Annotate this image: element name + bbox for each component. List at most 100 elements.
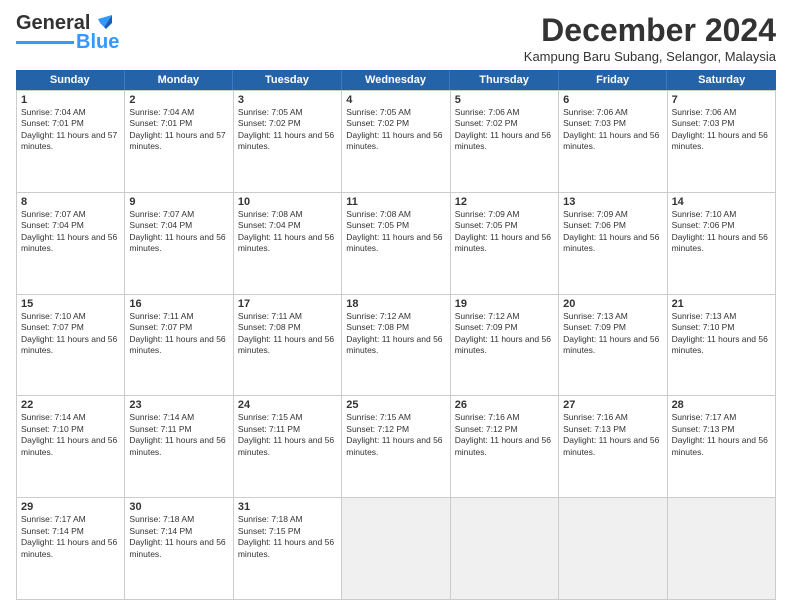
day-cell: 25 Sunrise: 7:15 AM Sunset: 7:12 PM Dayl… xyxy=(342,396,450,498)
day-info: Sunrise: 7:07 AM Sunset: 7:04 PM Dayligh… xyxy=(129,209,228,255)
day-number: 30 xyxy=(129,501,228,513)
day-cell: 22 Sunrise: 7:14 AM Sunset: 7:10 PM Dayl… xyxy=(17,396,125,498)
day-number: 10 xyxy=(238,196,337,208)
day-number: 23 xyxy=(129,399,228,411)
empty-cell xyxy=(451,498,559,600)
day-number: 21 xyxy=(672,298,771,310)
day-info: Sunrise: 7:08 AM Sunset: 7:05 PM Dayligh… xyxy=(346,209,445,255)
calendar-header: Sunday Monday Tuesday Wednesday Thursday… xyxy=(16,70,776,90)
col-sunday: Sunday xyxy=(16,70,125,90)
day-info: Sunrise: 7:06 AM Sunset: 7:03 PM Dayligh… xyxy=(672,107,771,153)
logo-blue: Blue xyxy=(76,31,119,54)
day-info: Sunrise: 7:13 AM Sunset: 7:09 PM Dayligh… xyxy=(563,311,662,357)
day-cell: 18 Sunrise: 7:12 AM Sunset: 7:08 PM Dayl… xyxy=(342,295,450,397)
day-number: 19 xyxy=(455,298,554,310)
day-number: 16 xyxy=(129,298,228,310)
day-info: Sunrise: 7:15 AM Sunset: 7:12 PM Dayligh… xyxy=(346,412,445,458)
day-number: 28 xyxy=(672,399,771,411)
day-info: Sunrise: 7:05 AM Sunset: 7:02 PM Dayligh… xyxy=(238,107,337,153)
day-cell: 20 Sunrise: 7:13 AM Sunset: 7:09 PM Dayl… xyxy=(559,295,667,397)
day-number: 13 xyxy=(563,196,662,208)
day-info: Sunrise: 7:16 AM Sunset: 7:13 PM Dayligh… xyxy=(563,412,662,458)
col-wednesday: Wednesday xyxy=(342,70,451,90)
day-info: Sunrise: 7:18 AM Sunset: 7:14 PM Dayligh… xyxy=(129,514,228,560)
day-cell: 23 Sunrise: 7:14 AM Sunset: 7:11 PM Dayl… xyxy=(125,396,233,498)
day-number: 29 xyxy=(21,501,120,513)
calendar-body: 1 Sunrise: 7:04 AM Sunset: 7:01 PM Dayli… xyxy=(16,90,776,600)
calendar-row: 1 Sunrise: 7:04 AM Sunset: 7:01 PM Dayli… xyxy=(17,91,776,193)
title-area: December 2024 Kampung Baru Subang, Selan… xyxy=(524,12,776,64)
empty-cell xyxy=(342,498,450,600)
day-info: Sunrise: 7:04 AM Sunset: 7:01 PM Dayligh… xyxy=(21,107,120,153)
day-cell: 27 Sunrise: 7:16 AM Sunset: 7:13 PM Dayl… xyxy=(559,396,667,498)
day-info: Sunrise: 7:09 AM Sunset: 7:06 PM Dayligh… xyxy=(563,209,662,255)
day-number: 24 xyxy=(238,399,337,411)
col-tuesday: Tuesday xyxy=(233,70,342,90)
day-cell: 16 Sunrise: 7:11 AM Sunset: 7:07 PM Dayl… xyxy=(125,295,233,397)
day-info: Sunrise: 7:13 AM Sunset: 7:10 PM Dayligh… xyxy=(672,311,771,357)
day-cell: 12 Sunrise: 7:09 AM Sunset: 7:05 PM Dayl… xyxy=(451,193,559,295)
day-number: 3 xyxy=(238,94,337,106)
day-cell: 2 Sunrise: 7:04 AM Sunset: 7:01 PM Dayli… xyxy=(125,91,233,193)
day-info: Sunrise: 7:06 AM Sunset: 7:03 PM Dayligh… xyxy=(563,107,662,153)
day-cell: 14 Sunrise: 7:10 AM Sunset: 7:06 PM Dayl… xyxy=(668,193,776,295)
day-cell: 7 Sunrise: 7:06 AM Sunset: 7:03 PM Dayli… xyxy=(668,91,776,193)
day-info: Sunrise: 7:06 AM Sunset: 7:02 PM Dayligh… xyxy=(455,107,554,153)
day-info: Sunrise: 7:10 AM Sunset: 7:06 PM Dayligh… xyxy=(672,209,771,255)
day-number: 1 xyxy=(21,94,120,106)
day-info: Sunrise: 7:12 AM Sunset: 7:09 PM Dayligh… xyxy=(455,311,554,357)
day-number: 27 xyxy=(563,399,662,411)
day-cell: 9 Sunrise: 7:07 AM Sunset: 7:04 PM Dayli… xyxy=(125,193,233,295)
day-cell: 13 Sunrise: 7:09 AM Sunset: 7:06 PM Dayl… xyxy=(559,193,667,295)
day-cell: 28 Sunrise: 7:17 AM Sunset: 7:13 PM Dayl… xyxy=(668,396,776,498)
day-number: 4 xyxy=(346,94,445,106)
day-cell: 1 Sunrise: 7:04 AM Sunset: 7:01 PM Dayli… xyxy=(17,91,125,193)
col-saturday: Saturday xyxy=(667,70,776,90)
day-number: 6 xyxy=(563,94,662,106)
day-cell: 3 Sunrise: 7:05 AM Sunset: 7:02 PM Dayli… xyxy=(234,91,342,193)
day-number: 7 xyxy=(672,94,771,106)
day-number: 22 xyxy=(21,399,120,411)
day-info: Sunrise: 7:10 AM Sunset: 7:07 PM Dayligh… xyxy=(21,311,120,357)
day-cell: 11 Sunrise: 7:08 AM Sunset: 7:05 PM Dayl… xyxy=(342,193,450,295)
calendar-row: 22 Sunrise: 7:14 AM Sunset: 7:10 PM Dayl… xyxy=(17,396,776,498)
day-info: Sunrise: 7:09 AM Sunset: 7:05 PM Dayligh… xyxy=(455,209,554,255)
col-thursday: Thursday xyxy=(450,70,559,90)
day-number: 18 xyxy=(346,298,445,310)
day-number: 25 xyxy=(346,399,445,411)
empty-cell xyxy=(559,498,667,600)
location: Kampung Baru Subang, Selangor, Malaysia xyxy=(524,49,776,64)
page: General Blue December 2024 Kampung Baru … xyxy=(0,0,792,612)
day-cell: 19 Sunrise: 7:12 AM Sunset: 7:09 PM Dayl… xyxy=(451,295,559,397)
day-info: Sunrise: 7:04 AM Sunset: 7:01 PM Dayligh… xyxy=(129,107,228,153)
day-cell: 21 Sunrise: 7:13 AM Sunset: 7:10 PM Dayl… xyxy=(668,295,776,397)
day-info: Sunrise: 7:14 AM Sunset: 7:11 PM Dayligh… xyxy=(129,412,228,458)
day-cell: 5 Sunrise: 7:06 AM Sunset: 7:02 PM Dayli… xyxy=(451,91,559,193)
day-info: Sunrise: 7:05 AM Sunset: 7:02 PM Dayligh… xyxy=(346,107,445,153)
day-info: Sunrise: 7:17 AM Sunset: 7:13 PM Dayligh… xyxy=(672,412,771,458)
day-info: Sunrise: 7:14 AM Sunset: 7:10 PM Dayligh… xyxy=(21,412,120,458)
day-info: Sunrise: 7:15 AM Sunset: 7:11 PM Dayligh… xyxy=(238,412,337,458)
calendar: Sunday Monday Tuesday Wednesday Thursday… xyxy=(16,70,776,600)
day-info: Sunrise: 7:11 AM Sunset: 7:07 PM Dayligh… xyxy=(129,311,228,357)
empty-cell xyxy=(668,498,776,600)
day-info: Sunrise: 7:07 AM Sunset: 7:04 PM Dayligh… xyxy=(21,209,120,255)
month-title: December 2024 xyxy=(524,12,776,49)
day-cell: 10 Sunrise: 7:08 AM Sunset: 7:04 PM Dayl… xyxy=(234,193,342,295)
day-number: 14 xyxy=(672,196,771,208)
day-number: 12 xyxy=(455,196,554,208)
day-number: 9 xyxy=(129,196,228,208)
calendar-row: 15 Sunrise: 7:10 AM Sunset: 7:07 PM Dayl… xyxy=(17,295,776,397)
logo: General Blue xyxy=(16,12,119,54)
day-cell: 24 Sunrise: 7:15 AM Sunset: 7:11 PM Dayl… xyxy=(234,396,342,498)
calendar-row: 8 Sunrise: 7:07 AM Sunset: 7:04 PM Dayli… xyxy=(17,193,776,295)
day-info: Sunrise: 7:16 AM Sunset: 7:12 PM Dayligh… xyxy=(455,412,554,458)
day-info: Sunrise: 7:12 AM Sunset: 7:08 PM Dayligh… xyxy=(346,311,445,357)
day-cell: 17 Sunrise: 7:11 AM Sunset: 7:08 PM Dayl… xyxy=(234,295,342,397)
day-number: 26 xyxy=(455,399,554,411)
day-number: 11 xyxy=(346,196,445,208)
day-number: 15 xyxy=(21,298,120,310)
day-number: 5 xyxy=(455,94,554,106)
day-cell: 15 Sunrise: 7:10 AM Sunset: 7:07 PM Dayl… xyxy=(17,295,125,397)
day-cell: 6 Sunrise: 7:06 AM Sunset: 7:03 PM Dayli… xyxy=(559,91,667,193)
